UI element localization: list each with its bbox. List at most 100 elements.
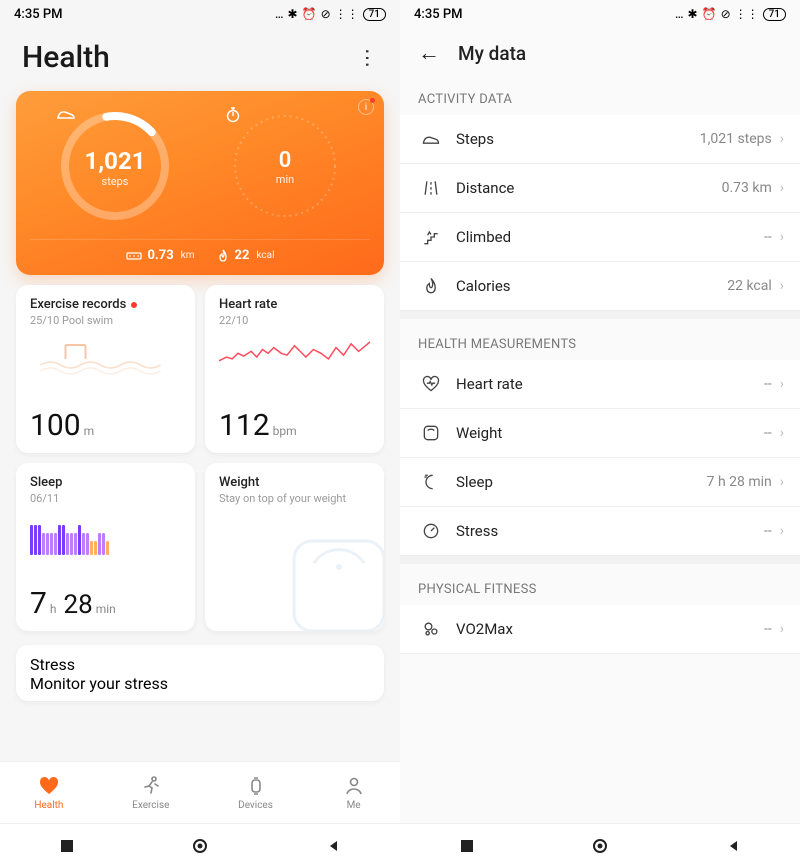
page-title: My data <box>458 42 526 65</box>
back-button[interactable]: ← <box>418 40 440 66</box>
page-header: ← My data <box>400 28 800 74</box>
row-value: -- <box>764 621 772 637</box>
row-heart-rate[interactable]: Heart rate -- › <box>400 360 800 409</box>
chevron-right-icon: › <box>780 131 784 147</box>
card-title: Exercise records <box>30 297 126 312</box>
runner-icon <box>139 774 163 798</box>
tab-label: Exercise <box>132 800 169 811</box>
chevron-right-icon: › <box>780 229 784 245</box>
row-value: -- <box>764 229 772 245</box>
weight-card[interactable]: Weight Stay on top of your weight <box>205 463 384 631</box>
row-label: Heart rate <box>456 375 523 393</box>
stress-card[interactable]: Stress Monitor your stress <box>16 645 384 701</box>
heart-unit: bpm <box>273 424 297 438</box>
section-fitness-label: PHYSICAL FITNESS <box>400 564 800 605</box>
chevron-right-icon: › <box>780 376 784 392</box>
tab-label: Devices <box>238 800 273 811</box>
my-data-screen: 4:35 PM … ✱ ⏰ ⊘ ⋮⋮ 71 ← My data ACTIVITY… <box>400 0 800 867</box>
tab-devices[interactable]: Devices <box>238 774 273 811</box>
row-value: 1,021 steps <box>700 131 772 147</box>
status-time: 4:35 PM <box>414 7 463 22</box>
system-nav-bar <box>400 823 800 867</box>
more-menu-button[interactable]: ⋯ <box>356 48 380 68</box>
row-label: Sleep <box>456 473 493 491</box>
watch-icon <box>244 774 268 798</box>
bottom-tab-bar: Health Exercise Devices Me <box>0 761 400 823</box>
status-icons: … ✱ ⏰ ⊘ ⋮⋮ 71 <box>275 7 386 21</box>
card-title: Heart rate <box>219 297 370 312</box>
minutes-label: min <box>276 173 294 186</box>
sleep-hours: 7 <box>30 586 47 621</box>
road-icon <box>418 178 444 198</box>
card-title: Stress <box>30 655 370 674</box>
heart-rate-sparkline <box>219 335 370 381</box>
dnd-icon: ⊘ <box>321 7 331 21</box>
nav-back-icon[interactable] <box>325 838 341 854</box>
more-status-icon: … <box>675 7 684 21</box>
new-badge-icon <box>131 302 137 308</box>
row-calories[interactable]: Calories 22 kcal › <box>400 262 800 311</box>
page-header: Health ⋯ <box>0 28 400 85</box>
tab-exercise[interactable]: Exercise <box>132 774 169 811</box>
chevron-right-icon: › <box>780 180 784 196</box>
activity-summary-card[interactable]: i 1,021 steps 0 <box>16 91 384 275</box>
alarm-icon: ⏰ <box>302 7 317 21</box>
section-health-label: HEALTH MEASUREMENTS <box>400 319 800 360</box>
chevron-right-icon: › <box>780 474 784 490</box>
card-subtitle: 25/10 Pool swim <box>30 314 181 327</box>
row-steps[interactable]: Steps 1,021 steps › <box>400 115 800 164</box>
row-label: Distance <box>456 179 514 197</box>
card-subtitle: Stay on top of your weight <box>219 492 370 505</box>
heart-rate-card[interactable]: Heart rate 22/10 112 bpm <box>205 285 384 453</box>
nav-recent-icon[interactable] <box>459 838 475 854</box>
row-weight[interactable]: Weight -- › <box>400 409 800 458</box>
tab-me[interactable]: Me <box>342 774 366 811</box>
status-bar: 4:35 PM … ✱ ⏰ ⊘ ⋮⋮ 71 <box>400 0 800 28</box>
minutes-ring: 0 min <box>226 107 344 225</box>
card-subtitle: Monitor your stress <box>30 674 370 693</box>
row-sleep[interactable]: Sleep 7 h 28 min › <box>400 458 800 507</box>
steps-label: steps <box>102 175 129 188</box>
row-value: -- <box>764 376 772 392</box>
dnd-icon: ⊘ <box>721 7 731 21</box>
chevron-right-icon: › <box>780 425 784 441</box>
row-climbed[interactable]: Climbed -- › <box>400 213 800 262</box>
gauge-icon <box>418 521 444 541</box>
nav-home-icon[interactable] <box>592 838 608 854</box>
activity-footer: 0.73km 22kcal <box>30 239 370 263</box>
chevron-right-icon: › <box>780 523 784 539</box>
page-title: Health <box>22 40 110 75</box>
exercise-value: 100 <box>30 408 81 443</box>
card-title: Weight <box>219 475 370 490</box>
flame-icon <box>217 249 229 263</box>
bluetooth-icon: ✱ <box>288 7 298 21</box>
row-value: 7 h 28 min <box>707 474 772 490</box>
card-title: Sleep <box>30 475 181 490</box>
row-vo2max[interactable]: VO2Max -- › <box>400 605 800 654</box>
scale-icon <box>418 423 444 443</box>
nav-home-icon[interactable] <box>192 838 208 854</box>
row-label: Stress <box>456 522 498 540</box>
tab-label: Me <box>347 800 361 811</box>
info-icon[interactable]: i <box>358 99 374 115</box>
heart-pulse-icon <box>418 374 444 394</box>
bubbles-icon <box>418 619 444 639</box>
shoe-icon <box>418 129 444 149</box>
tab-health[interactable]: Health <box>34 774 63 811</box>
health-dashboard-screen: 4:35 PM … ✱ ⏰ ⊘ ⋮⋮ 71 Health ⋯ i 1,021 <box>0 0 400 867</box>
calories-stat: 22kcal <box>217 248 275 263</box>
battery-icon: 71 <box>363 8 386 21</box>
status-bar: 4:35 PM … ✱ ⏰ ⊘ ⋮⋮ 71 <box>0 0 400 28</box>
card-subtitle: 22/10 <box>219 314 370 327</box>
nav-recent-icon[interactable] <box>59 838 75 854</box>
card-subtitle: 06/11 <box>30 492 181 505</box>
exercise-records-card[interactable]: Exercise records 25/10 Pool swim 100 m <box>16 285 195 453</box>
row-distance[interactable]: Distance 0.73 km › <box>400 164 800 213</box>
tab-label: Health <box>34 800 63 811</box>
moon-icon <box>418 472 444 492</box>
row-stress[interactable]: Stress -- › <box>400 507 800 556</box>
status-time: 4:35 PM <box>14 7 63 22</box>
nav-back-icon[interactable] <box>725 838 741 854</box>
sleep-card[interactable]: Sleep 06/11 7 h 28 min <box>16 463 195 631</box>
sleep-minutes: 28 <box>63 590 92 620</box>
